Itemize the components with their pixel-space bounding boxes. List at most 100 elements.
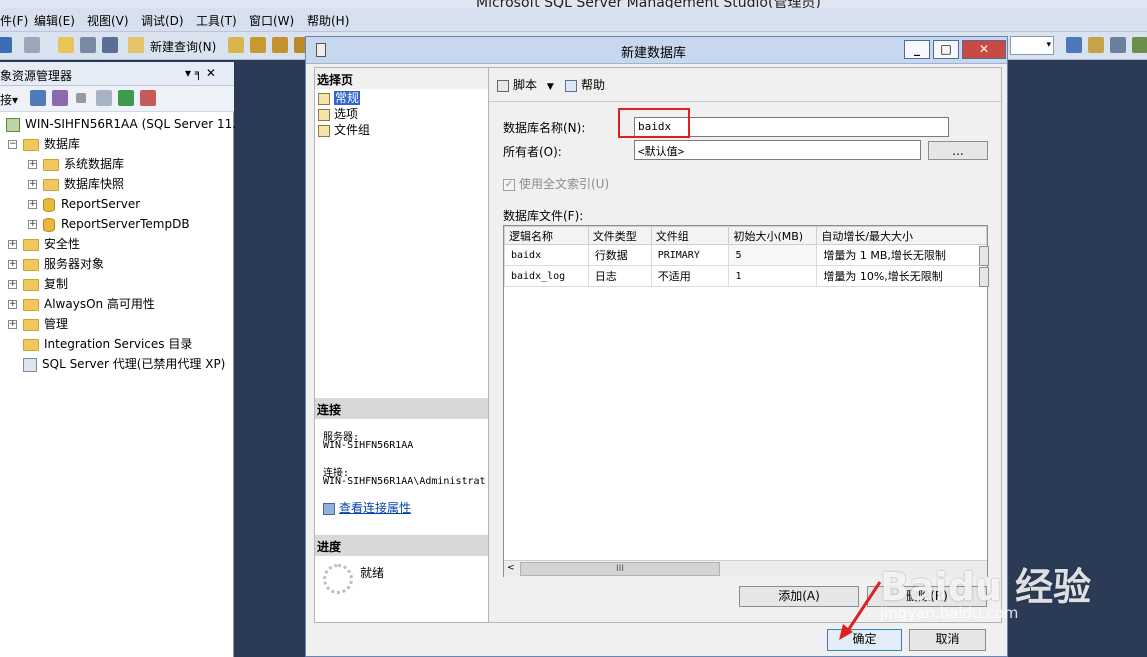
cell-logical[interactable]: baidx: [504, 244, 589, 266]
scrollbar-thumb[interactable]: III: [520, 562, 720, 576]
new-project-icon[interactable]: [0, 37, 12, 53]
close-button[interactable]: ✕: [962, 40, 1006, 59]
cell-type: 行数据: [587, 244, 652, 266]
cancel-button[interactable]: 取消: [909, 629, 986, 651]
new-query-button[interactable]: 新建查询(N): [150, 38, 216, 55]
expand-icon[interactable]: +: [8, 320, 17, 329]
menu-edit[interactable]: 编辑(E): [34, 12, 75, 29]
owner-label: 所有者(O):: [503, 145, 562, 159]
col-initial[interactable]: 初始大小(MB): [728, 226, 818, 245]
autogrowth-edit-button[interactable]: [979, 267, 989, 287]
script-button[interactable]: 脚本 ▼: [497, 76, 554, 93]
menu-view[interactable]: 视图(V): [87, 12, 129, 29]
db-engine-query-icon[interactable]: [228, 37, 244, 53]
tree-reportserver-node[interactable]: + ReportServer: [28, 194, 140, 214]
toolbox-icon[interactable]: [1110, 37, 1126, 53]
disconnect-icon[interactable]: [52, 90, 68, 106]
watermark-main: Baidu 经验: [880, 565, 1092, 609]
menu-help[interactable]: 帮助(H): [307, 12, 349, 29]
help-button[interactable]: 帮助: [565, 76, 605, 93]
refresh-icon[interactable]: [118, 90, 134, 106]
stop-icon[interactable]: [76, 93, 86, 103]
properties-icon[interactable]: [1088, 37, 1104, 53]
menu-debug[interactable]: 调试(D): [141, 12, 184, 29]
table-row[interactable]: baidx_log 日志 不适用 1 增量为 10%,增长无限制: [504, 265, 987, 287]
menu-tools[interactable]: 工具(T): [196, 12, 237, 29]
activity-monitor-icon[interactable]: [140, 90, 156, 106]
tree-snapshots-node[interactable]: + 数据库快照: [28, 174, 124, 194]
page-general[interactable]: 常规: [318, 90, 361, 106]
script-icon: [497, 79, 509, 92]
cell-filegroup[interactable]: PRIMARY: [650, 244, 730, 266]
solution-explorer-icon[interactable]: [1066, 37, 1082, 53]
tree-security-node[interactable]: + 安全性: [8, 234, 80, 254]
expand-icon[interactable]: +: [8, 300, 17, 309]
filter-icon[interactable]: [96, 90, 112, 106]
expand-icon[interactable]: +: [28, 160, 37, 169]
tree-databases-node[interactable]: − 数据库: [8, 134, 80, 154]
chevron-down-icon[interactable]: ▼: [547, 82, 554, 92]
view-connection-properties-link[interactable]: 查看连接属性: [323, 499, 411, 516]
owner-input[interactable]: <默认值>: [634, 140, 921, 160]
expand-icon[interactable]: +: [28, 180, 37, 189]
options-icon[interactable]: [1132, 37, 1147, 53]
tree-server-objects-node[interactable]: + 服务器对象: [8, 254, 104, 274]
connect-dropdown[interactable]: 接▾: [0, 91, 18, 108]
col-autogrowth[interactable]: 自动增长/最大大小: [816, 226, 987, 245]
tree-reporttemp-node[interactable]: + ReportServerTempDB: [28, 214, 190, 234]
files-label: 数据库文件(F):: [503, 209, 584, 223]
checkbox-icon: ✓: [503, 178, 515, 191]
scroll-left-icon[interactable]: <: [507, 563, 515, 573]
tree-label: Integration Services 目录: [44, 337, 193, 351]
minimize-button[interactable]: _: [904, 40, 930, 59]
page-options[interactable]: 选项: [318, 106, 358, 122]
database-icon: [43, 217, 55, 232]
tree-label: 服务器对象: [44, 257, 105, 271]
expand-icon[interactable]: +: [28, 220, 37, 229]
object-explorer: 象资源管理器 ▾ ╕ ✕ 接▾ WIN-SIHFN56R1AA (SQL Ser…: [0, 62, 236, 657]
help-icon: [565, 79, 577, 92]
connect-icon[interactable]: [30, 90, 46, 106]
tree-alwayson-node[interactable]: + AlwaysOn 高可用性: [8, 294, 155, 314]
cell-initial[interactable]: 1: [728, 265, 818, 287]
dialog-title-bar: 新建数据库 _ □ ✕: [306, 37, 1007, 64]
fulltext-checkbox[interactable]: ✓ 使用全文索引(U): [503, 175, 609, 192]
table-row[interactable]: baidx 行数据 PRIMARY 5 增量为 1 MB,增长无限制: [504, 244, 987, 266]
col-filegroup[interactable]: 文件组: [650, 226, 730, 245]
select-page-header: 选择页: [315, 68, 488, 89]
menu-file[interactable]: 件(F): [0, 12, 28, 29]
folder-icon: [43, 178, 59, 191]
autogrowth-edit-button[interactable]: [979, 246, 989, 266]
maximize-button[interactable]: □: [933, 40, 959, 59]
col-type[interactable]: 文件类型: [587, 226, 652, 245]
menu-window[interactable]: 窗口(W): [249, 12, 294, 29]
expand-icon[interactable]: +: [8, 260, 17, 269]
folder-icon: [23, 298, 39, 311]
col-logical[interactable]: 逻辑名称: [504, 226, 589, 245]
cell-initial[interactable]: 5: [728, 244, 818, 266]
save-all-icon[interactable]: [102, 37, 118, 53]
collapse-icon[interactable]: −: [8, 140, 17, 149]
tree-label: 系统数据库: [64, 157, 125, 171]
owner-browse-button[interactable]: ...: [928, 141, 988, 160]
properties-icon: [323, 502, 335, 515]
dmx-query-icon[interactable]: [272, 37, 288, 53]
tree-integration-node[interactable]: Integration Services 目录: [23, 334, 192, 354]
panel-pin-icon[interactable]: ▾ ╕ ✕: [185, 66, 216, 80]
tree-server-node[interactable]: WIN-SIHFN56R1AA (SQL Server 11.: [6, 114, 236, 134]
tree-system-db-node[interactable]: + 系统数据库: [28, 154, 124, 174]
expand-icon[interactable]: +: [28, 200, 37, 209]
page-filegroups[interactable]: 文件组: [318, 122, 370, 138]
expand-icon[interactable]: +: [8, 280, 17, 289]
save-icon[interactable]: [80, 37, 96, 53]
mdx-query-icon[interactable]: [250, 37, 266, 53]
expand-icon[interactable]: +: [8, 240, 17, 249]
tree-replication-node[interactable]: + 复制: [8, 274, 68, 294]
new-query-icon[interactable]: [128, 37, 144, 53]
open-file-icon[interactable]: [58, 37, 74, 53]
config-dropdown[interactable]: ▾: [1010, 36, 1054, 55]
cell-logical[interactable]: baidx_log: [504, 265, 589, 287]
tree-management-node[interactable]: + 管理: [8, 314, 68, 334]
tree-agent-node[interactable]: SQL Server 代理(已禁用代理 XP): [23, 354, 225, 374]
add-item-icon[interactable]: [24, 37, 40, 53]
